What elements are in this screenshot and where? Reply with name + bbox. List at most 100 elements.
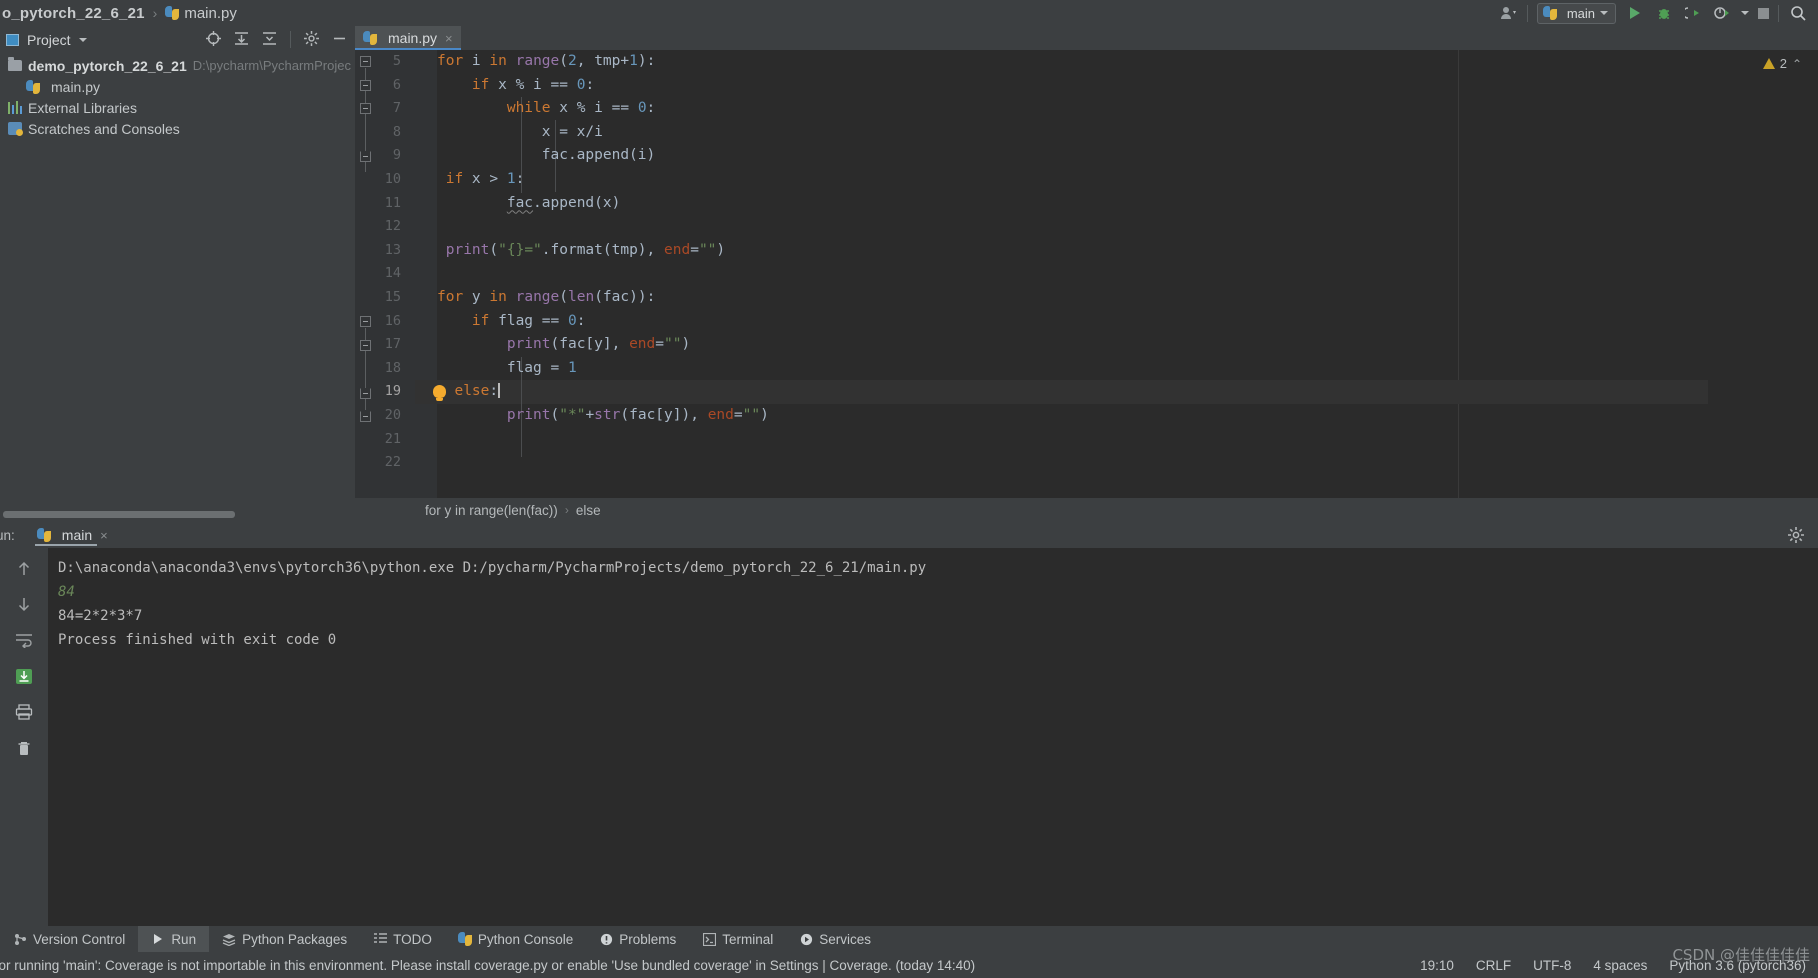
code-line-13[interactable]: print("{}=".format(tmp), end="") (437, 239, 1708, 263)
code-line-7[interactable]: while x % i == 0: (437, 97, 1708, 121)
tree-item-path: D:\pycharm\PycharmProjec (192, 58, 351, 73)
run-configuration-selector[interactable]: main (1536, 2, 1616, 24)
project-toolbar-divider (290, 31, 291, 48)
trash-icon[interactable] (13, 738, 35, 758)
gear-icon[interactable] (304, 31, 319, 48)
tool-window-todo[interactable]: TODO (360, 926, 445, 952)
project-panel-header: Project (0, 26, 355, 53)
line-separator[interactable]: CRLF (1476, 958, 1511, 973)
tree-item-scratches[interactable]: Scratches and Consoles (0, 118, 355, 139)
code-line-18[interactable]: flag = 1 (437, 357, 1708, 381)
search-icon[interactable] (1788, 4, 1808, 22)
tree-item-project-root[interactable]: demo_pytorch_22_6_21 D:\pycharm\PycharmP… (0, 55, 355, 76)
code-line-17[interactable]: print(fac[y], end="") (437, 333, 1708, 357)
code-line-10[interactable]: if x > 1: (437, 168, 1708, 192)
user-icon[interactable] (1498, 4, 1518, 22)
code-line-6[interactable]: if x % i == 0: (437, 74, 1708, 98)
indent-setting[interactable]: 4 spaces (1593, 958, 1647, 973)
breadcrumb-scope-loop[interactable]: for y in range(len(fac)) (425, 503, 558, 518)
print-icon[interactable] (13, 702, 35, 722)
line-number: 5 (392, 53, 401, 69)
code-line-22[interactable] (437, 451, 1708, 475)
folder-icon (8, 57, 22, 71)
tool-window-label: Python Packages (242, 931, 348, 947)
title-bar: o_pytorch_22_6_21 › main.py main (0, 0, 1818, 26)
run-icon[interactable] (1625, 4, 1645, 22)
up-arrow-icon[interactable] (13, 558, 35, 578)
code-line-11[interactable]: fac.append(x) (437, 192, 1708, 216)
tab-main-py[interactable]: main.py × (355, 26, 461, 50)
problems-icon (599, 932, 613, 946)
chevron-down-icon (1600, 11, 1608, 15)
project-chevron-down-icon[interactable] (78, 37, 87, 42)
breadcrumb-separator: › (152, 5, 158, 21)
status-bar: ror running 'main': Coverage is not impo… (0, 952, 1818, 978)
tool-window-problems[interactable]: Problems (586, 926, 689, 952)
debug-icon[interactable] (1654, 4, 1674, 22)
terminal-icon (702, 932, 716, 946)
chevron-up-icon[interactable]: ⌃ (1792, 57, 1802, 71)
soft-wrap-icon[interactable] (13, 630, 35, 650)
code-line-12[interactable] (437, 215, 1708, 239)
collapse-all-icon[interactable] (262, 31, 277, 48)
project-panel-toolbar (206, 31, 355, 48)
code-line-21[interactable] (437, 428, 1708, 452)
run-console-output[interactable]: D:\anaconda\anaconda3\envs\pytorch36\pyt… (48, 548, 1818, 926)
stop-icon[interactable] (1758, 7, 1769, 19)
locate-icon[interactable] (206, 31, 221, 48)
warning-icon (1762, 58, 1775, 69)
tool-window-version-control[interactable]: Version Control (0, 926, 138, 952)
tool-window-run[interactable]: Run (138, 926, 210, 952)
gear-icon[interactable] (1788, 527, 1804, 547)
python-config-icon (1542, 6, 1557, 20)
caret-position[interactable]: 19:10 (1420, 958, 1454, 973)
code-line-9[interactable]: fac.append(i) (437, 144, 1708, 168)
toolbar-divider-2 (1778, 4, 1779, 22)
scratches-icon (8, 122, 23, 136)
breadcrumb-scope-else[interactable]: else (576, 503, 601, 518)
inspection-widget[interactable]: 2 ⌃ (1762, 56, 1802, 71)
tree-item-external-libraries[interactable]: External Libraries (0, 97, 355, 118)
editor-fold-column[interactable] (415, 50, 437, 498)
code-text[interactable]: for i in range(2, tmp+1): if x % i == 0:… (437, 50, 1708, 498)
project-panel-title[interactable]: Project (27, 32, 71, 48)
code-line-16[interactable]: if flag == 0: (437, 310, 1708, 334)
tool-window-python-packages[interactable]: Python Packages (209, 926, 360, 952)
code-line-15[interactable]: for y in range(len(fac)): (437, 286, 1708, 310)
project-view-icon (6, 33, 19, 46)
tree-item-main-py[interactable]: main.py (0, 76, 355, 97)
line-number: 18 (384, 359, 401, 376)
tree-item-label: Scratches and Consoles (28, 120, 180, 137)
profile-chevron-down-icon[interactable] (1741, 11, 1749, 15)
expand-all-icon[interactable] (234, 31, 249, 48)
breadcrumb-file[interactable]: main.py (184, 5, 237, 22)
code-editor[interactable]: 5 6 7 8 9 10 11 12 13 14 15 16 17 18 19 … (355, 50, 1818, 498)
close-icon[interactable]: × (100, 528, 108, 543)
code-line-19[interactable]: else: (437, 380, 1708, 404)
breadcrumb-project[interactable]: o_pytorch_22_6_21 (2, 5, 145, 22)
tool-window-terminal[interactable]: Terminal (689, 926, 786, 952)
file-encoding[interactable]: UTF-8 (1533, 958, 1571, 973)
code-line-14[interactable] (437, 262, 1708, 286)
tab-label: main.py (388, 30, 438, 46)
profile-icon[interactable] (1712, 4, 1732, 22)
python-interpreter[interactable]: Python 3.6 (pytorch36) (1669, 958, 1806, 973)
line-number: 22 (384, 454, 401, 471)
run-tab-main[interactable]: main × (33, 522, 112, 548)
tool-window-services[interactable]: Services (786, 926, 884, 952)
scroll-to-end-icon[interactable] (13, 666, 35, 686)
project-horizontal-scrollbar[interactable] (3, 511, 235, 518)
run-with-coverage-icon[interactable] (1683, 4, 1703, 22)
code-line-5[interactable]: for i in range(2, tmp+1): (437, 50, 1708, 74)
hide-panel-icon[interactable] (332, 31, 347, 48)
close-icon[interactable]: × (445, 31, 453, 46)
tool-window-python-console[interactable]: Python Console (445, 926, 586, 952)
console-line: D:\anaconda\anaconda3\envs\pytorch36\pyt… (58, 560, 927, 576)
line-number: 17 (384, 336, 401, 353)
code-line-8[interactable]: x = x/i (437, 121, 1708, 145)
tool-window-label: Version Control (33, 931, 126, 947)
down-arrow-icon[interactable] (13, 594, 35, 614)
code-line-20[interactable]: print("*"+str(fac[y]), end="") (437, 404, 1708, 428)
status-message[interactable]: ror running 'main': Coverage is not impo… (0, 958, 975, 973)
branch-icon (13, 932, 27, 946)
